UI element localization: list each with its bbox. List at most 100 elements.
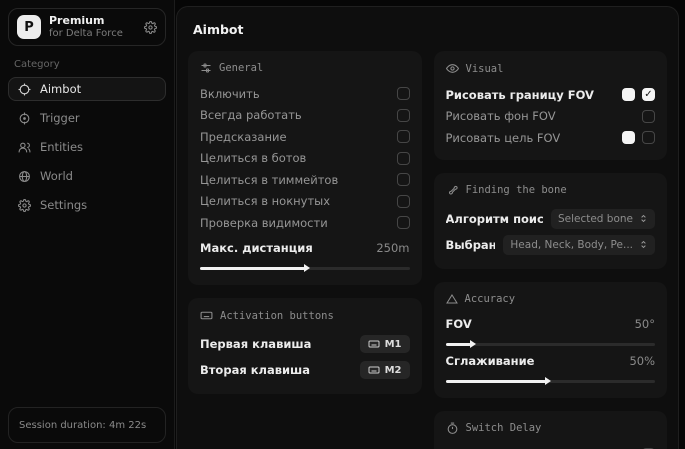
bone-icon [446, 184, 459, 197]
checkbox[interactable] [642, 110, 655, 123]
slider-row: Сглаживание 50% [446, 350, 656, 372]
toggle-label: Целиться в ботов [200, 151, 306, 165]
slider-label: Макс. дистанция [200, 241, 313, 255]
brand-logo: P [17, 15, 41, 39]
fov-slider[interactable] [446, 343, 656, 346]
keyboard-icon [368, 364, 380, 376]
toggle-row: Проверка видимости [200, 212, 410, 234]
checkbox[interactable] [397, 195, 410, 208]
max-distance-slider[interactable] [200, 267, 410, 270]
slider-row: FOV 50° [446, 314, 656, 336]
toggle-row: Целиться в нокнутых [200, 191, 410, 213]
sidebar-item-label: Settings [40, 198, 87, 212]
slider-label: Сглаживание [446, 354, 535, 368]
gear-icon[interactable] [144, 21, 157, 34]
checkbox[interactable] [397, 216, 410, 229]
sidebar-item-aimbot[interactable]: Aimbot [8, 77, 166, 101]
section-accuracy: Accuracy FOV 50° Сглаживание 50% [434, 282, 668, 398]
sidebar-item-world[interactable]: World [8, 164, 166, 188]
main-panel: Aimbot General Включить В [176, 6, 679, 449]
bone-algorithm-select[interactable]: Selected bone [551, 209, 655, 229]
crosshair-icon [17, 83, 31, 96]
toggle-row: Включить [200, 83, 410, 105]
checkbox[interactable] [397, 130, 410, 143]
sliders-icon [200, 62, 212, 74]
visual-row: Рисовать цель FOV [446, 127, 656, 149]
keyboard-icon [200, 309, 213, 322]
toggle-label: Предсказание [200, 130, 287, 144]
smoothing-slider[interactable] [446, 380, 656, 383]
color-swatch[interactable] [622, 131, 635, 144]
visual-label: Рисовать цель FOV [446, 131, 561, 145]
checkbox[interactable] [397, 173, 410, 186]
select-arrows-icon [639, 240, 648, 249]
dropdown-label: Алгоритм поиска костей [446, 212, 543, 226]
keybind-button[interactable]: M2 [360, 361, 410, 379]
toggle-label: Проверка видимости [200, 216, 328, 230]
section-general: General Включить Всегда работать Предска… [188, 51, 422, 285]
section-finding-the-bone: Finding the bone Алгоритм поиска костей … [434, 173, 668, 269]
visual-row: Рисовать фон FOV [446, 106, 656, 128]
timer-icon [446, 422, 459, 435]
toggle-label: Всегда работать [200, 108, 302, 122]
keyboard-icon [368, 338, 380, 350]
gear-icon [17, 199, 31, 212]
globe-icon [17, 170, 31, 183]
section-switch-delay: Switch Delay Задержка переключения Задер… [434, 411, 668, 449]
toggle-label: Целиться в нокнутых [200, 194, 330, 208]
sidebar: P Premium for Delta Force Category Aimbo… [0, 0, 175, 449]
sidebar-item-trigger[interactable]: Trigger [8, 106, 166, 130]
toggle-row: Предсказание [200, 126, 410, 148]
slider-value: 50° [635, 317, 655, 331]
keybind-row: Первая клавиша M1 [200, 331, 410, 357]
sidebar-item-entities[interactable]: Entities [8, 135, 166, 159]
selected-bones-select[interactable]: Head, Neck, Body, Pe... [503, 235, 655, 255]
section-visual: Visual Рисовать границу FOV Рисовать фон… [434, 51, 668, 160]
dropdown-row: Алгоритм поиска костей Selected bone [446, 206, 656, 232]
checkbox[interactable] [642, 88, 655, 101]
dropdown-row: Выбранные кости Head, Neck, Body, Pe... [446, 232, 656, 258]
sidebar-item-label: Entities [40, 140, 83, 154]
visual-label: Рисовать границу FOV [446, 88, 594, 102]
keybind-row: Вторая клавиша M2 [200, 357, 410, 383]
toggle-row: Целиться в тиммейтов [200, 169, 410, 191]
sidebar-item-label: Trigger [40, 111, 80, 125]
sidebar-nav: Aimbot Trigger Entities World [8, 77, 166, 217]
color-swatch[interactable] [622, 88, 635, 101]
section-title: Visual [466, 63, 504, 75]
slider-value: 250m [376, 241, 409, 255]
brand-subtitle: for Delta Force [49, 28, 136, 40]
eye-icon [446, 62, 459, 75]
checkbox[interactable] [397, 87, 410, 100]
checkbox[interactable] [397, 109, 410, 122]
entities-icon [17, 141, 31, 154]
select-arrows-icon [639, 214, 648, 223]
trigger-icon [17, 112, 31, 125]
section-title: General [219, 62, 263, 74]
checkbox[interactable] [397, 152, 410, 165]
slider-row: Макс. дистанция 250m [200, 238, 410, 260]
keybind-button[interactable]: M1 [360, 335, 410, 353]
brand-title: Premium [49, 15, 136, 28]
keybind-label: Вторая клавиша [200, 363, 310, 377]
section-title: Switch Delay [466, 422, 542, 434]
section-title: Finding the bone [466, 184, 567, 196]
checkbox[interactable] [642, 131, 655, 144]
sidebar-item-settings[interactable]: Settings [8, 193, 166, 217]
slider-label: FOV [446, 317, 472, 331]
sidebar-item-label: World [40, 169, 73, 183]
page-title: Aimbot [193, 22, 667, 37]
app-root: P Premium for Delta Force Category Aimbo… [0, 0, 685, 449]
toggle-row: Задержка переключения [446, 444, 656, 449]
visual-label: Рисовать фон FOV [446, 109, 556, 123]
visual-row: Рисовать границу FOV [446, 84, 656, 106]
session-duration: Session duration: 4m 22s [8, 407, 166, 443]
slider-value: 50% [629, 354, 655, 368]
triangle-icon [446, 293, 458, 305]
keybind-label: Первая клавиша [200, 337, 311, 351]
dropdown-label: Выбранные кости [446, 238, 496, 252]
section-title: Activation buttons [220, 310, 334, 322]
sidebar-item-label: Aimbot [40, 82, 81, 96]
brand-card: P Premium for Delta Force [8, 8, 166, 46]
section-activation-buttons: Activation buttons Первая клавиша M1 Вто… [188, 298, 422, 394]
